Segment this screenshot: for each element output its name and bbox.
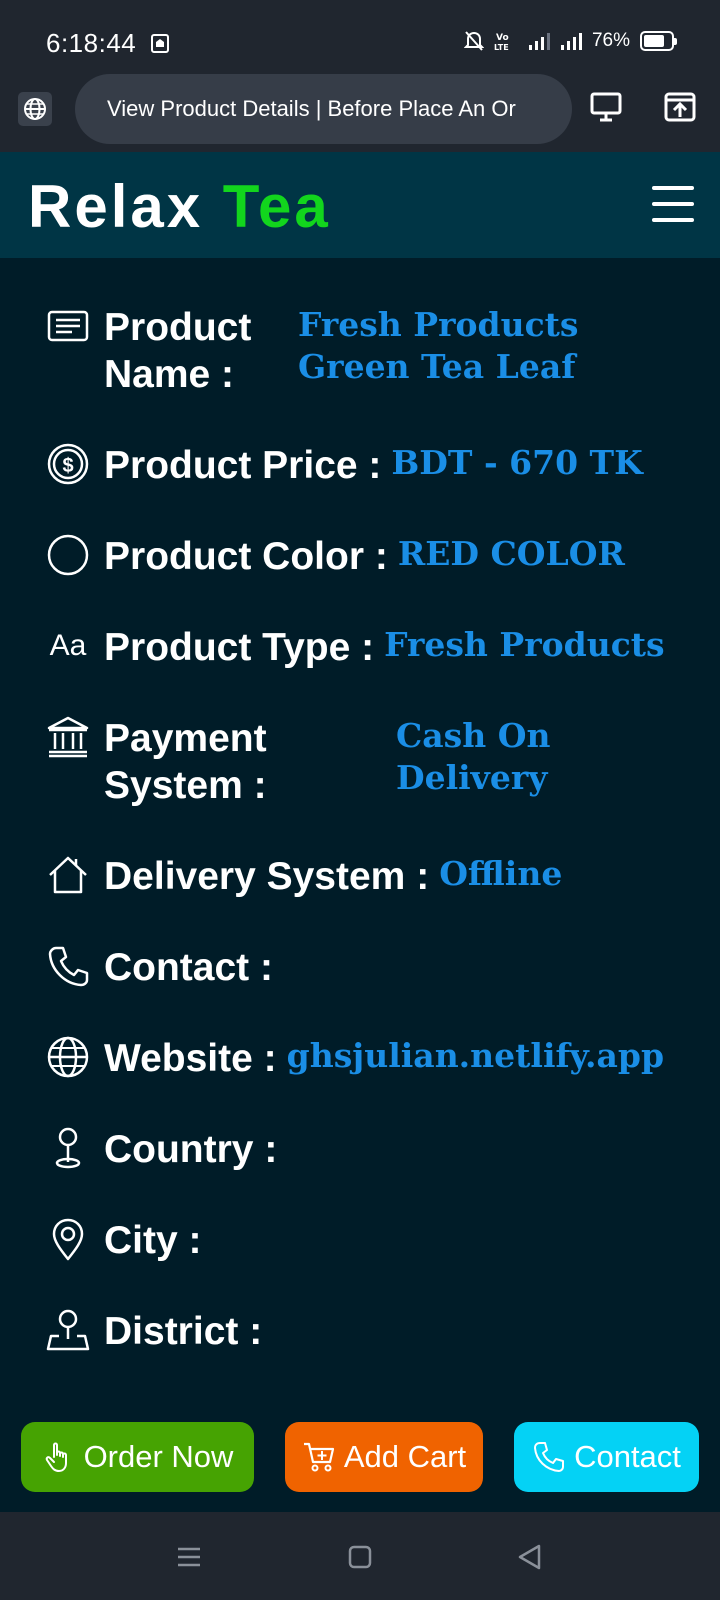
recent-apps-icon[interactable] [174,1542,204,1572]
globe-icon [47,1036,89,1078]
status-indicators: Vo LTE 76% [463,30,677,52]
country-label: Country : [104,1128,278,1171]
product-color-row: Product Color : RED COLOR [46,533,625,580]
location-icon [52,1218,84,1261]
svg-text:Vo: Vo [496,33,509,43]
battery-level [644,35,664,47]
home-icon [49,856,87,894]
delivery-system-label: Delivery System : [104,855,430,898]
city-label: City : [104,1219,202,1262]
product-color-label: Product Color : [104,535,388,578]
contact-label: Contact [574,1439,681,1474]
payment-system-label: Payment System : [104,717,267,807]
open-external-icon[interactable] [663,90,697,124]
order-now-label: Order Now [83,1439,234,1474]
desktop-site-icon[interactable] [589,90,623,124]
circle-icon [47,534,89,576]
dollar-icon: $ [47,443,89,485]
logo-main-text: Relax [28,173,204,240]
svg-text:LTE: LTE [494,43,509,52]
product-price-label: Product Price : [104,444,382,487]
back-icon[interactable] [515,1542,545,1572]
mute-bell-icon [463,31,484,51]
text-type-icon: Aa [49,629,87,662]
delivery-system-row: Delivery System : Offline [46,853,562,900]
volte-icon: Vo LTE [494,33,509,52]
signal-icon-2 [560,33,582,50]
product-name-label: Product Name : [104,306,252,396]
product-type-label: Product Type : [104,626,375,669]
contact-label: Contact : [104,946,273,989]
site-logo[interactable]: Relax Tea [28,172,331,241]
notification-app-icon [151,34,169,53]
home-button-icon[interactable] [345,1542,375,1572]
signal-icon-1 [528,33,550,50]
product-name-value: Fresh Products Green Tea Leaf [298,305,579,386]
logo-accent-text: Tea [222,173,331,240]
svg-text:$: $ [62,455,73,477]
pointer-hand-icon [45,1442,67,1472]
phone-icon [48,946,89,987]
product-color-value: RED COLOR [397,534,625,573]
status-time: 6:18:44 [46,28,137,58]
district-row: District : [46,1308,272,1355]
city-row: City : [46,1217,212,1264]
product-price-row: $ Product Price : BDT - 670 TK [46,442,643,489]
bank-icon [47,716,89,758]
delivery-system-value: Offline [439,854,563,893]
pin-icon [55,1127,81,1169]
website-link[interactable]: ghsjulian.netlify.app [287,1035,664,1082]
website-row: Website : ghsjulian.netlify.app [46,1035,664,1082]
payment-system-value: Cash On Delivery [396,716,551,797]
contact-button[interactable]: Contact [514,1422,699,1492]
address-bar[interactable]: View Product Details | Before Place An O… [75,74,572,144]
product-type-value: Fresh Products [384,625,665,664]
phone-icon [534,1442,565,1472]
map-pin-icon [46,1309,90,1351]
district-label: District : [104,1310,263,1353]
document-icon [47,310,89,342]
site-header: Relax Tea [0,152,720,258]
product-type-row: Aa Product Type : Fresh Products [46,624,665,671]
hamburger-menu-icon[interactable] [650,182,696,226]
add-cart-button[interactable]: Add Cart [285,1422,483,1492]
battery-percent: 76% [591,30,630,51]
browser-toolbar: View Product Details | Before Place An O… [0,62,720,152]
add-cart-label: Add Cart [343,1439,467,1474]
system-nav-bar [0,1512,720,1600]
product-price-value: BDT - 670 TK [391,443,643,482]
page-title-text: View Product Details | Before Place An O… [107,96,516,121]
battery-icon [640,31,677,51]
order-now-button[interactable]: Order Now [21,1422,254,1492]
country-row: Country : [46,1126,287,1173]
payment-system-row: Payment System : Cash On Delivery [46,715,550,809]
cart-plus-icon [303,1442,334,1472]
contact-row: Contact : [46,944,283,991]
website-label: Website : [104,1037,277,1080]
product-name-row: Product Name : Fresh Products Green Tea … [46,304,578,398]
site-globe-icon[interactable] [18,92,52,126]
